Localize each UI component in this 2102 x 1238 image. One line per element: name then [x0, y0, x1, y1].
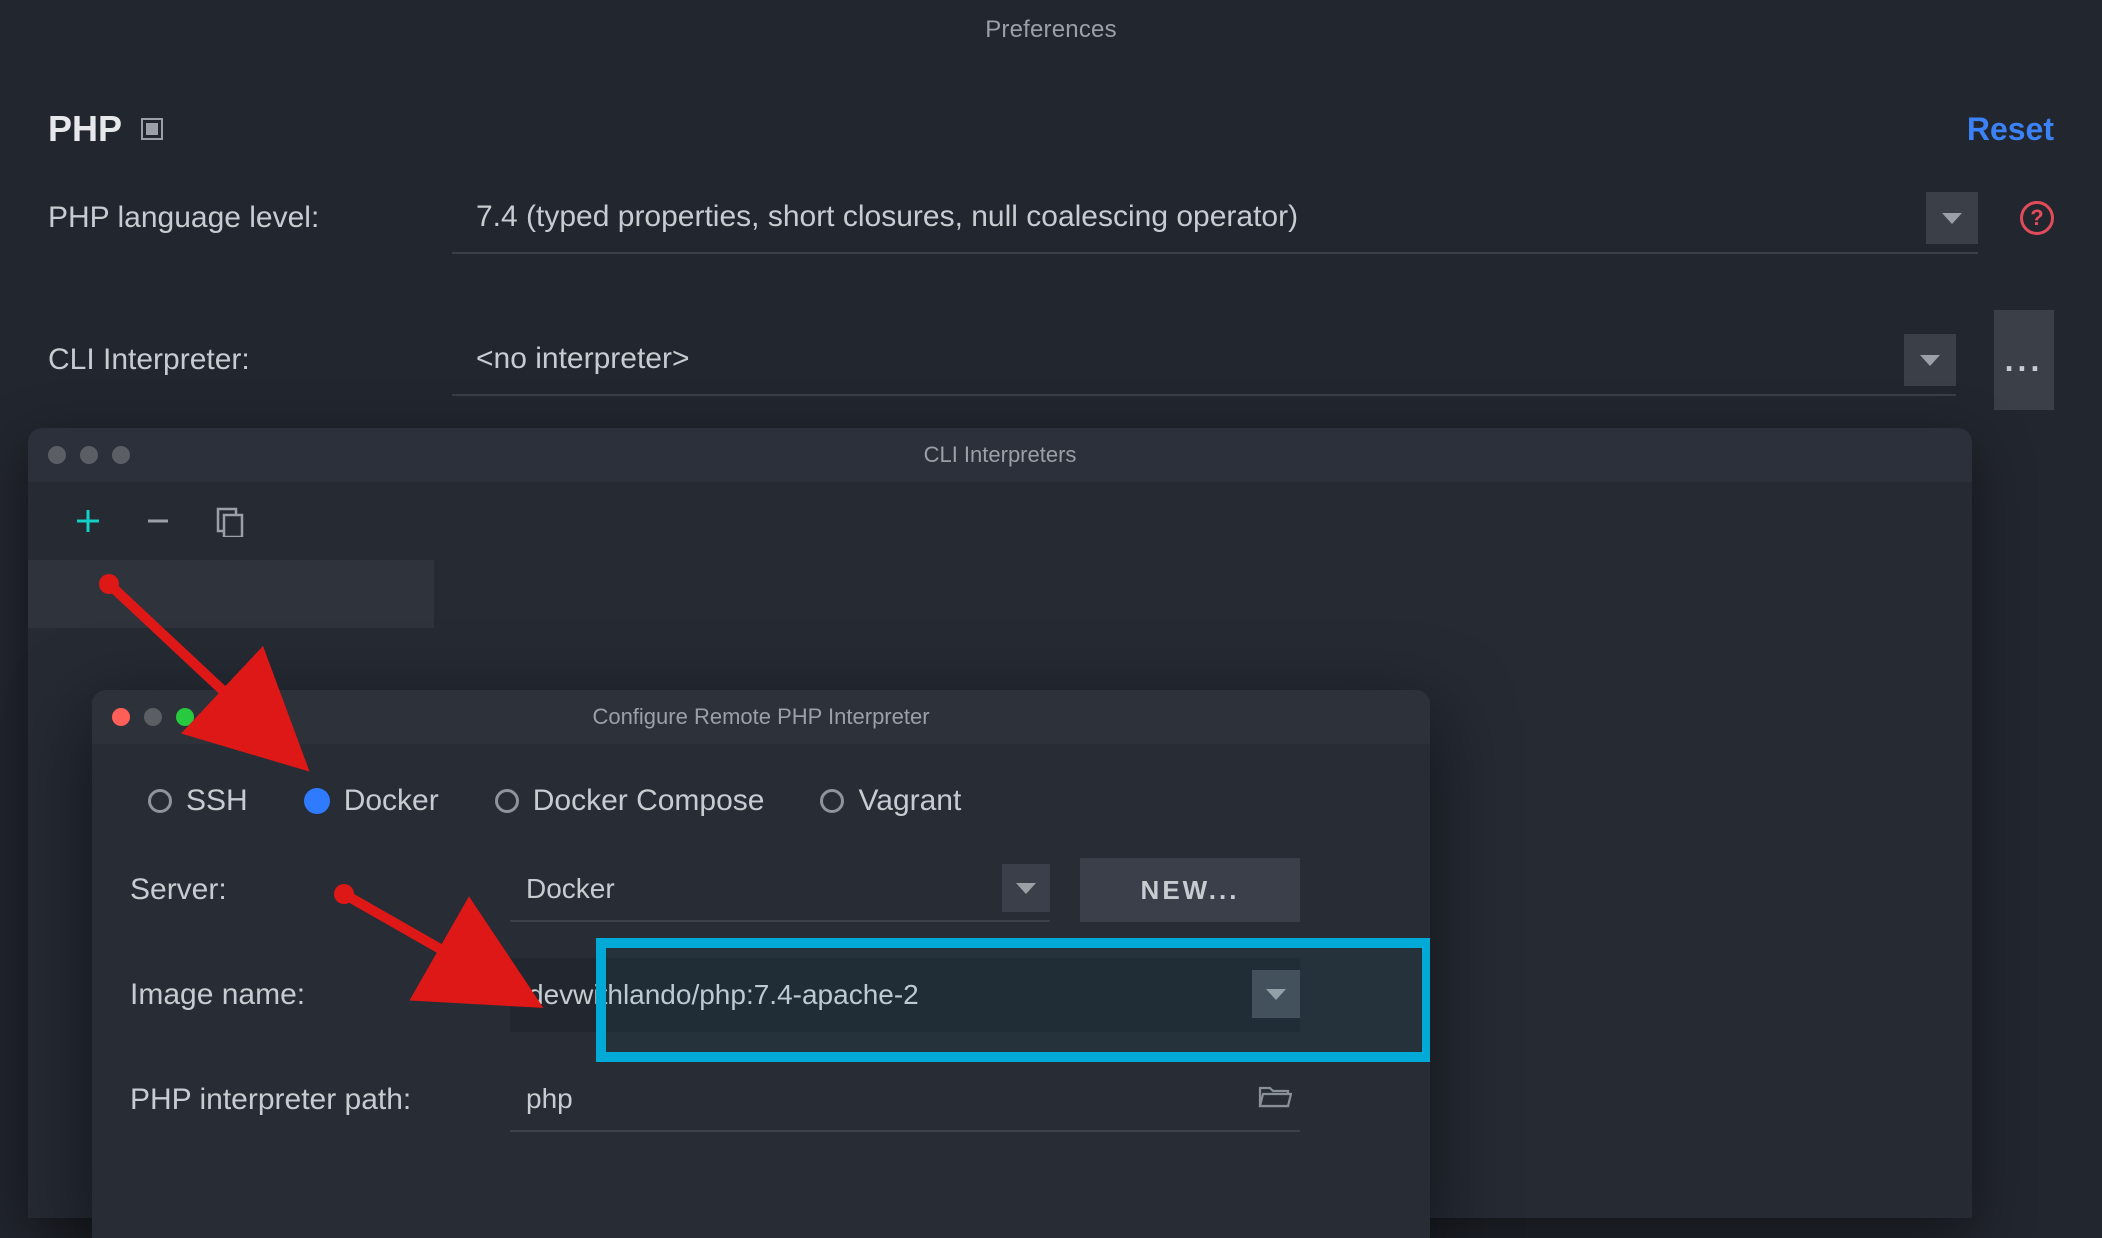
- traffic-zoom-icon[interactable]: [112, 446, 130, 464]
- minus-icon: [144, 507, 172, 535]
- radio-docker[interactable]: Docker: [304, 784, 439, 818]
- traffic-minimize-icon[interactable]: [144, 708, 162, 726]
- interpreters-list[interactable]: [28, 560, 434, 628]
- interpreter-path-label: PHP interpreter path:: [130, 1083, 510, 1117]
- remove-interpreter-button[interactable]: [144, 507, 172, 535]
- radio-ssh[interactable]: SSH: [148, 784, 248, 818]
- browse-path-button[interactable]: [1258, 1082, 1292, 1117]
- configure-remote-title: Configure Remote PHP Interpreter: [592, 704, 929, 730]
- cli-interpreters-toolbar: [28, 482, 1972, 560]
- project-scope-icon: [140, 117, 164, 141]
- traffic-close-icon[interactable]: [112, 708, 130, 726]
- traffic-close-icon[interactable]: [48, 446, 66, 464]
- traffic-lights[interactable]: [112, 690, 194, 744]
- preferences-titlebar: Preferences: [0, 0, 2102, 60]
- server-dropdown-button[interactable]: [1002, 864, 1050, 912]
- cli-interpreters-title: CLI Interpreters: [924, 442, 1077, 468]
- interpreter-path-field[interactable]: php: [510, 1068, 1300, 1132]
- server-value: Docker: [526, 873, 615, 905]
- traffic-minimize-icon[interactable]: [80, 446, 98, 464]
- php-language-level-value: 7.4 (typed properties, short closures, n…: [476, 200, 1298, 234]
- chevron-down-icon: [1920, 355, 1940, 366]
- chevron-down-icon: [1942, 213, 1962, 224]
- plus-icon: [74, 507, 102, 535]
- cli-interpreter-value: <no interpreter>: [476, 342, 689, 376]
- configure-remote-interpreter-window: Configure Remote PHP Interpreter SSH Doc…: [92, 690, 1430, 1238]
- cli-interpreter-dropdown-button[interactable]: [1904, 334, 1956, 386]
- chevron-down-icon: [1266, 989, 1286, 1000]
- traffic-lights[interactable]: [48, 428, 130, 482]
- add-interpreter-button[interactable]: [74, 507, 102, 535]
- radio-vagrant[interactable]: Vagrant: [820, 784, 961, 818]
- chevron-down-icon: [1016, 883, 1036, 894]
- server-select[interactable]: Docker: [510, 858, 1050, 922]
- help-icon[interactable]: ?: [2020, 201, 2054, 235]
- interpreter-path-value: php: [526, 1083, 573, 1115]
- reset-button[interactable]: Reset: [1967, 111, 2054, 148]
- server-label: Server:: [130, 873, 510, 907]
- interpreter-type-radios: SSH Docker Docker Compose Vagrant: [130, 784, 1392, 818]
- traffic-zoom-icon[interactable]: [176, 708, 194, 726]
- image-name-label: Image name:: [130, 978, 510, 1012]
- cli-interpreter-select[interactable]: <no interpreter>: [452, 324, 1956, 396]
- copy-icon: [214, 505, 246, 537]
- image-name-input[interactable]: [526, 978, 1280, 1012]
- cli-interpreters-titlebar[interactable]: CLI Interpreters: [28, 428, 1972, 482]
- configure-remote-titlebar[interactable]: Configure Remote PHP Interpreter: [92, 690, 1430, 744]
- copy-interpreter-button[interactable]: [214, 505, 246, 537]
- folder-icon: [1258, 1082, 1292, 1110]
- image-name-dropdown-button[interactable]: [1252, 970, 1300, 1018]
- image-name-field[interactable]: [510, 958, 1300, 1032]
- radio-docker-compose[interactable]: Docker Compose: [495, 784, 765, 818]
- php-language-level-label: PHP language level:: [48, 201, 428, 235]
- preferences-title: Preferences: [985, 16, 1117, 44]
- new-server-button[interactable]: NEW...: [1080, 858, 1300, 922]
- php-language-level-select[interactable]: 7.4 (typed properties, short closures, n…: [452, 182, 1978, 254]
- php-language-level-dropdown-button[interactable]: [1926, 192, 1978, 244]
- cli-interpreter-label: CLI Interpreter:: [48, 343, 428, 377]
- cli-interpreter-browse-button[interactable]: ...: [1994, 310, 2054, 410]
- page-title: PHP: [48, 108, 122, 150]
